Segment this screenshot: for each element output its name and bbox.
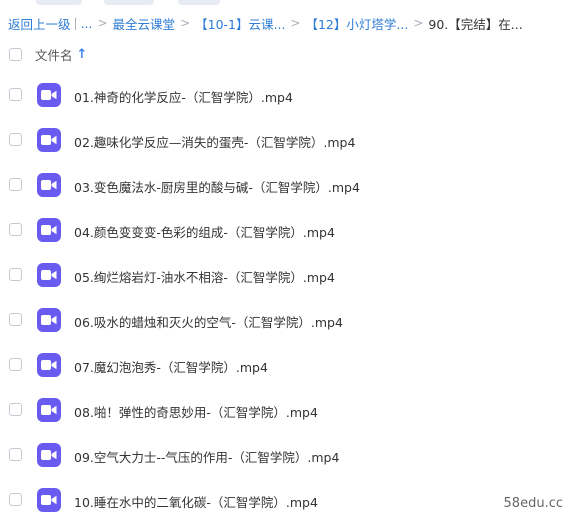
tab[interactable] (36, 0, 82, 5)
file-name[interactable]: 08.啪！弹性的奇思妙用-（汇智学院）.mp4 (74, 402, 318, 421)
row-checkbox[interactable] (9, 313, 22, 326)
file-row[interactable]: 05.绚烂熔岩灯-油水不相溶-（汇智学院）.mp4 (0, 260, 571, 290)
video-file-icon (37, 263, 61, 287)
breadcrumb-item[interactable]: 【12】小灯塔学... (305, 14, 408, 33)
row-checkbox[interactable] (9, 493, 22, 506)
row-checkbox[interactable] (9, 268, 22, 281)
file-name[interactable]: 03.变色魔法水-厨房里的酸与碱-（汇智学院）.mp4 (74, 177, 360, 196)
file-name[interactable]: 06.吸水的蜡烛和灭火的空气-（汇智学院）.mp4 (74, 312, 343, 331)
file-row[interactable]: 08.啪！弹性的奇思妙用-（汇智学院）.mp4 (0, 395, 571, 425)
video-file-icon (37, 218, 61, 242)
separator: | (73, 16, 78, 30)
file-name[interactable]: 04.颜色变变变-色彩的组成-（汇智学院）.mp4 (74, 222, 335, 241)
chevron-right-icon: > (413, 16, 424, 30)
row-checkbox[interactable] (9, 178, 22, 191)
video-file-icon (37, 443, 61, 467)
row-checkbox[interactable] (9, 403, 22, 416)
row-checkbox[interactable] (9, 223, 22, 236)
video-file-icon (37, 398, 61, 422)
back-link[interactable]: 返回上一级 (8, 14, 71, 33)
video-file-icon (37, 128, 61, 152)
file-row[interactable]: 10.睡在水中的二氧化碳-（汇智学院）.mp4 (0, 485, 571, 515)
file-name[interactable]: 07.魔幻泡泡秀-（汇智学院）.mp4 (74, 357, 268, 376)
file-row[interactable]: 04.颜色变变变-色彩的组成-（汇智学院）.mp4 (0, 215, 571, 245)
video-file-icon (37, 488, 61, 512)
file-name[interactable]: 09.空气大力士--气压的作用-（汇智学院）.mp4 (74, 447, 339, 466)
chevron-right-icon: > (97, 16, 108, 30)
column-header-label: 文件名 (35, 48, 73, 63)
file-row[interactable]: 09.空气大力士--气压的作用-（汇智学院）.mp4 (0, 440, 571, 470)
file-name[interactable]: 02.趣味化学反应—消失的蛋壳-（汇智学院）.mp4 (74, 132, 355, 151)
chevron-right-icon: > (180, 16, 191, 30)
column-header-filename[interactable]: 文件名 ↑ (35, 45, 87, 64)
video-file-icon (37, 83, 61, 107)
chevron-right-icon: > (290, 16, 301, 30)
watermark: 58edu.cc (503, 496, 563, 511)
row-checkbox[interactable] (9, 133, 22, 146)
breadcrumb: 返回上一级 | ... > 最全云课堂 > 【10-1】云课... > 【12】… (8, 13, 523, 33)
file-name[interactable]: 05.绚烂熔岩灯-油水不相溶-（汇智学院）.mp4 (74, 267, 335, 286)
video-file-icon (37, 353, 61, 377)
list-header: 文件名 ↑ (0, 44, 571, 66)
file-row[interactable]: 06.吸水的蜡烛和灭火的空气-（汇智学院）.mp4 (0, 305, 571, 335)
file-row[interactable]: 01.神奇的化学反应-（汇智学院）.mp4 (0, 80, 571, 110)
tab-strip (0, 0, 571, 6)
tab[interactable] (178, 0, 220, 5)
arrow-up-icon[interactable]: ↑ (77, 47, 88, 62)
select-all-checkbox[interactable] (9, 48, 22, 61)
breadcrumb-item[interactable]: 【10-1】云课... (195, 14, 285, 33)
file-name[interactable]: 01.神奇的化学反应-（汇智学院）.mp4 (74, 87, 293, 106)
breadcrumb-item[interactable]: 最全云课堂 (113, 14, 176, 33)
file-name[interactable]: 10.睡在水中的二氧化碳-（汇智学院）.mp4 (74, 492, 318, 511)
row-checkbox[interactable] (9, 88, 22, 101)
row-checkbox[interactable] (9, 448, 22, 461)
file-row[interactable]: 07.魔幻泡泡秀-（汇智学院）.mp4 (0, 350, 571, 380)
video-file-icon (37, 308, 61, 332)
row-checkbox[interactable] (9, 358, 22, 371)
tab[interactable] (104, 0, 154, 5)
breadcrumb-current: 90.【完结】在... (428, 16, 523, 32)
breadcrumb-ellipsis[interactable]: ... (81, 16, 93, 31)
file-row[interactable]: 03.变色魔法水-厨房里的酸与碱-（汇智学院）.mp4 (0, 170, 571, 200)
video-file-icon (37, 173, 61, 197)
file-row[interactable]: 02.趣味化学反应—消失的蛋壳-（汇智学院）.mp4 (0, 125, 571, 155)
